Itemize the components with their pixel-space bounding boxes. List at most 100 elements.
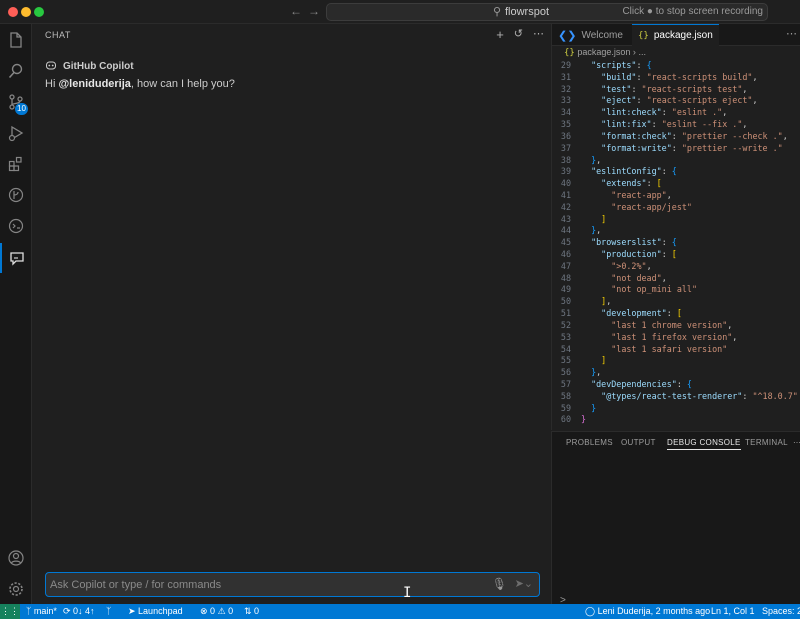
- send-icon[interactable]: ➤⌄: [515, 577, 533, 590]
- tab-label: Welcome: [581, 29, 623, 41]
- cursor-position[interactable]: Ln 1, Col 1: [711, 606, 755, 616]
- code-line[interactable]: 60}: [552, 414, 800, 426]
- welcome-message: Hi @leniduderija, how can I help you?: [45, 78, 235, 90]
- search-icon: ⚲: [493, 6, 502, 18]
- code-line[interactable]: 29 "scripts": {: [552, 60, 800, 72]
- tab-package-json[interactable]: {} package.json: [632, 24, 719, 46]
- branch-status[interactable]: ᛉ main*: [26, 606, 57, 616]
- problems-status[interactable]: ⊗ 0 ⚠ 0: [200, 606, 233, 617]
- code-line[interactable]: 48 "not dead",: [552, 273, 800, 285]
- code-token: ,: [782, 130, 788, 141]
- code-line[interactable]: 45 "browserslist": {: [552, 237, 800, 249]
- code-line[interactable]: 41 "react-app",: [552, 190, 800, 202]
- more-actions-icon[interactable]: ⋯: [786, 27, 797, 40]
- run-debug-icon[interactable]: [0, 118, 32, 148]
- tab-output[interactable]: OUTPUT: [621, 438, 656, 447]
- maximize-window-button[interactable]: [34, 7, 44, 17]
- tab-problems[interactable]: PROBLEMS: [566, 438, 613, 447]
- code-line[interactable]: 39 "eslintConfig": {: [552, 166, 800, 178]
- arrow-right-icon[interactable]: →: [308, 4, 320, 18]
- files-icon[interactable]: [0, 25, 32, 55]
- code-line[interactable]: 54 "last 1 safari version": [552, 344, 800, 356]
- command-center[interactable]: ⚲ flowrspot Click ● to stop screen recor…: [326, 3, 768, 21]
- code-line[interactable]: 37 "format:write": "prettier --write .": [552, 143, 800, 155]
- code-line[interactable]: 42 "react-app/jest": [552, 202, 800, 214]
- code-token: "@types/react-test-renderer": [601, 390, 743, 401]
- line-number: 45: [560, 237, 571, 248]
- code-token: :: [636, 60, 647, 70]
- sync-status[interactable]: ⟳ 0↓ 4↑: [63, 606, 95, 617]
- chat-panel: CHAT + ↺ ⋯ GitHub Copilot Hi @leniduderi…: [33, 24, 550, 604]
- code-line[interactable]: 31 "build": "react-scripts build",: [552, 72, 800, 84]
- code-line[interactable]: 38 },: [552, 155, 800, 167]
- code-token: :: [646, 178, 657, 189]
- code-token: "not dead": [611, 272, 662, 283]
- ports-status[interactable]: ⇅ 0: [244, 606, 259, 617]
- remote-explorer-icon[interactable]: [0, 211, 32, 241]
- git-graph-icon[interactable]: [0, 180, 32, 210]
- code-line[interactable]: 40 "extends": [: [552, 178, 800, 190]
- code-token: "eject": [601, 95, 637, 106]
- code-token: [: [676, 308, 682, 319]
- breadcrumb-file[interactable]: package.json: [577, 47, 630, 57]
- history-icon[interactable]: ↺: [514, 27, 523, 42]
- launchpad-status[interactable]: ➤ Launchpad: [128, 606, 183, 617]
- code-token: "browserslist": [591, 237, 662, 248]
- code-line[interactable]: 34 "lint:check": "eslint .",: [552, 107, 800, 119]
- user-mention[interactable]: @leniduderija: [58, 78, 130, 90]
- code-token: :: [666, 308, 677, 319]
- assistant-name: GitHub Copilot: [63, 61, 134, 72]
- remote-indicator-icon[interactable]: ⋮⋮: [0, 604, 20, 619]
- indentation-status[interactable]: Spaces: 2: [762, 606, 800, 616]
- new-chat-icon[interactable]: +: [496, 27, 504, 42]
- warning-count: 0: [228, 606, 234, 616]
- code-line[interactable]: 51 "development": [: [552, 308, 800, 320]
- gear-icon[interactable]: [0, 574, 32, 604]
- code-line[interactable]: 44 },: [552, 225, 800, 237]
- line-number: 49: [560, 284, 571, 295]
- line-number: 37: [560, 142, 571, 153]
- more-actions-icon[interactable]: ⋯: [533, 27, 544, 42]
- code-line[interactable]: 53 "last 1 firefox version",: [552, 332, 800, 344]
- code-line[interactable]: 50 ],: [552, 296, 800, 308]
- code-line[interactable]: 57 "devDependencies": {: [552, 379, 800, 391]
- git-graph-status-icon[interactable]: ᛉ: [106, 606, 111, 616]
- close-window-button[interactable]: [8, 7, 18, 17]
- code-view[interactable]: 29 "scripts": {31 "build": "react-script…: [552, 60, 800, 426]
- tab-welcome[interactable]: ❮❯ Welcome: [552, 24, 629, 46]
- tab-debug-console[interactable]: DEBUG CONSOLE: [667, 438, 741, 450]
- more-tabs-icon[interactable]: ⋯: [793, 438, 800, 447]
- blame-status[interactable]: ◯ Leni Duderija, 2 months ago: [585, 606, 710, 617]
- chat-input-box[interactable]: 🎙 ➤⌄: [45, 572, 540, 597]
- code-token: :: [676, 378, 687, 389]
- extensions-icon[interactable]: [0, 149, 32, 179]
- arrow-left-icon[interactable]: ←: [290, 4, 302, 18]
- breadcrumb-rest[interactable]: ...: [638, 47, 646, 57]
- tab-terminal[interactable]: TERMINAL: [745, 438, 788, 447]
- code-line[interactable]: 36 "format:check": "prettier --check .",: [552, 131, 800, 143]
- code-line[interactable]: 47 ">0.2%",: [552, 261, 800, 273]
- search-icon[interactable]: [0, 56, 32, 86]
- code-token: "lint:check": [601, 107, 662, 118]
- microphone-icon[interactable]: 🎙: [492, 577, 507, 591]
- code-line[interactable]: 46 "production": [: [552, 249, 800, 261]
- code-line[interactable]: 35 "lint:fix": "eslint --fix .",: [552, 119, 800, 131]
- code-line[interactable]: 55 ]: [552, 355, 800, 367]
- chat-icon[interactable]: [0, 243, 32, 273]
- code-line[interactable]: 43 ]: [552, 214, 800, 226]
- code-line[interactable]: 33 "eject": "react-scripts eject",: [552, 95, 800, 107]
- code-token: ]: [601, 355, 607, 366]
- line-number: 59: [560, 402, 571, 413]
- code-line[interactable]: 52 "last 1 chrome version",: [552, 320, 800, 332]
- account-icon[interactable]: [0, 543, 32, 573]
- code-token: {: [671, 166, 677, 177]
- source-control-icon[interactable]: 10: [0, 87, 32, 117]
- code-line[interactable]: 58 "@types/react-test-renderer": "^18.0.…: [552, 391, 800, 403]
- code-line[interactable]: 32 "test": "react-scripts test",: [552, 84, 800, 96]
- code-line[interactable]: 59 }: [552, 403, 800, 415]
- code-line[interactable]: 56 },: [552, 367, 800, 379]
- code-line[interactable]: 49 "not op_mini all": [552, 284, 800, 296]
- minimize-window-button[interactable]: [21, 7, 31, 17]
